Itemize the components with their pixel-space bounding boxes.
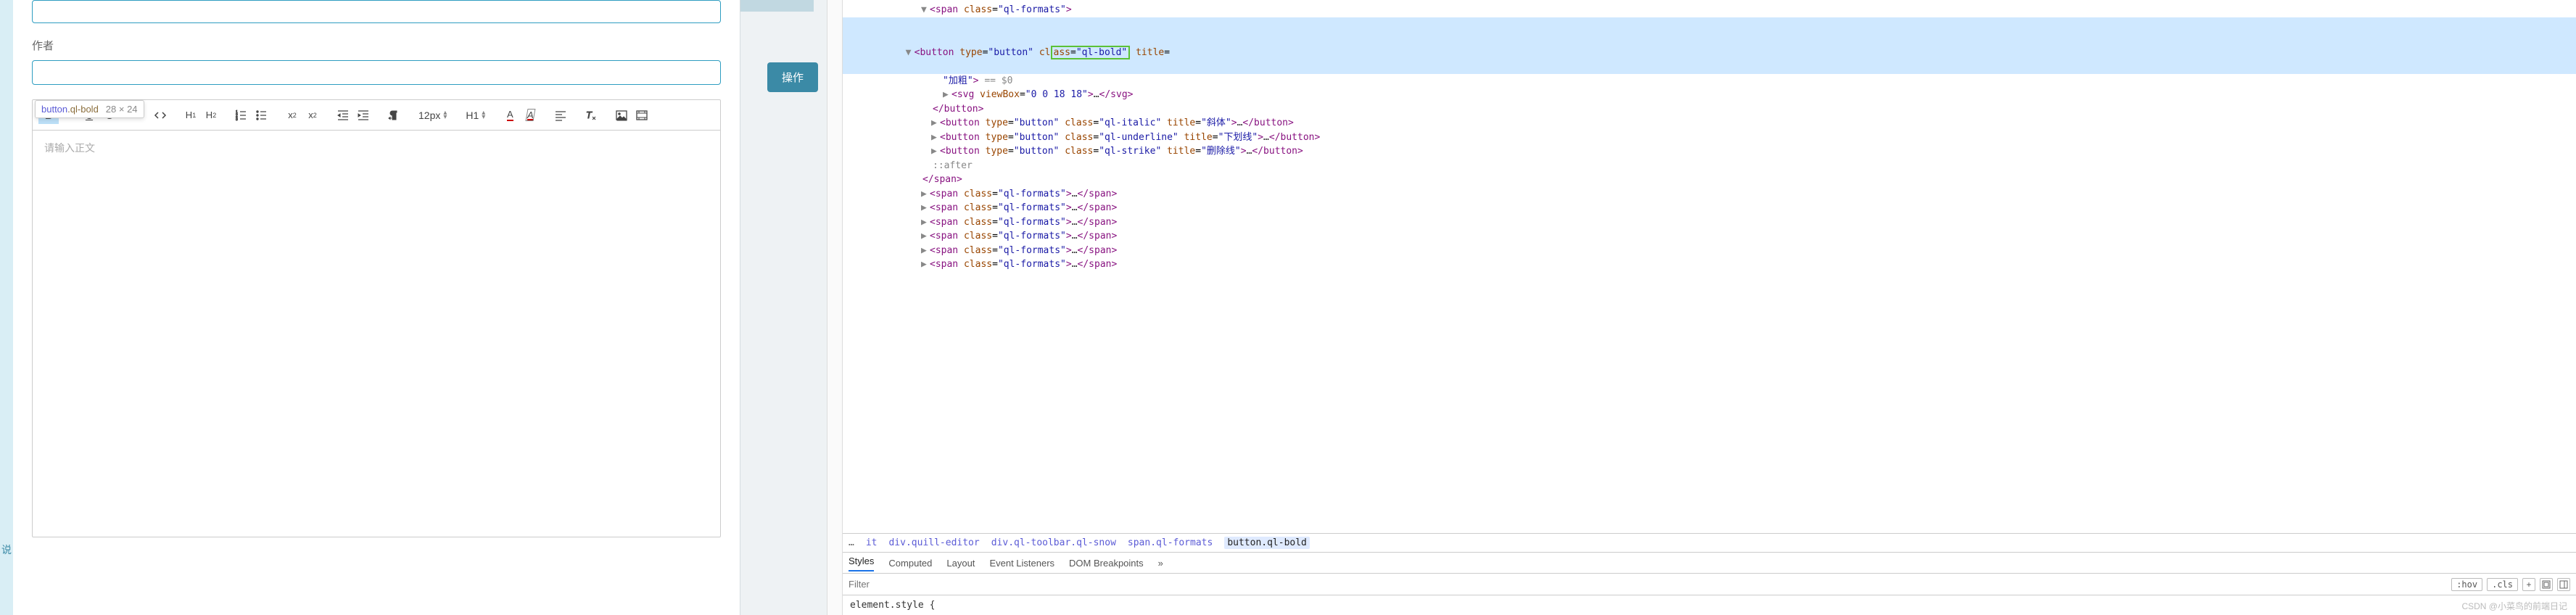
direction-button[interactable] xyxy=(384,107,404,124)
subscript-button[interactable]: x2 xyxy=(282,107,302,124)
bullet-list-button[interactable] xyxy=(252,107,272,124)
format-group-list: 123 xyxy=(231,107,272,124)
tab-dom-breakpoints[interactable]: DOM Breakpoints xyxy=(1069,558,1144,569)
format-group-media xyxy=(611,107,652,124)
left-edge-text: 说 xyxy=(1,542,12,557)
computed-toggle-icon[interactable] xyxy=(2540,578,2553,591)
breadcrumb-item[interactable]: span.ql-formats xyxy=(1128,537,1213,548)
format-group-size: 12px ▴▾ xyxy=(414,107,451,124)
author-label: 作者 xyxy=(32,38,721,53)
side-panel: 操作 xyxy=(740,0,827,615)
h2-button[interactable]: H2 xyxy=(201,107,221,124)
styles-rules[interactable]: element.style { xyxy=(843,595,2576,615)
title-input[interactable] xyxy=(32,0,721,23)
format-group-color: A A xyxy=(500,107,540,124)
scrollbar-gutter[interactable] xyxy=(827,0,843,615)
devtools-panel: ▼<span class="ql-formats"> … ▼<button ty… xyxy=(843,0,2576,615)
styles-tabs: Styles Computed Layout Event Listeners D… xyxy=(843,552,2576,574)
breadcrumb-path[interactable]: … it div.quill-editor div.ql-toolbar.ql-… xyxy=(843,533,2576,552)
ordered-list-button[interactable]: 123 xyxy=(231,107,252,124)
action-column-header: 操作 xyxy=(767,62,818,92)
watermark-text: CSDN @小菜鸟的前端日记 xyxy=(2461,600,2567,612)
caret-updown-icon: ▴▾ xyxy=(443,111,447,120)
h1-button[interactable]: H1 xyxy=(181,107,201,124)
font-size-picker[interactable]: 12px ▴▾ xyxy=(414,107,451,124)
cls-toggle[interactable]: .cls xyxy=(2487,578,2518,591)
author-input[interactable] xyxy=(32,60,721,85)
element-style-rule: element.style { xyxy=(850,600,935,611)
font-size-value: 12px xyxy=(418,110,440,121)
format-group-script: x2 x2 xyxy=(282,107,323,124)
styles-filter-row: :hov .cls + xyxy=(843,574,2576,595)
caret-updown-icon: ▴▾ xyxy=(482,111,485,120)
header-picker[interactable]: H1 ▴▾ xyxy=(461,107,490,124)
svg-text:T: T xyxy=(586,110,593,120)
tooltip-tag: button xyxy=(41,104,67,115)
format-group-indent xyxy=(333,107,373,124)
tab-styles[interactable]: Styles xyxy=(849,556,874,571)
breadcrumb-item[interactable]: div.quill-editor xyxy=(888,537,979,548)
image-button[interactable] xyxy=(611,107,632,124)
superscript-button[interactable]: x2 xyxy=(302,107,323,124)
indent-decrease-button[interactable] xyxy=(333,107,353,124)
tooltip-dimensions: 28 × 24 xyxy=(106,104,138,115)
format-group-align xyxy=(550,107,571,124)
tab-event-listeners[interactable]: Event Listeners xyxy=(989,558,1054,569)
svg-text:3: 3 xyxy=(236,117,238,122)
quill-editor: B I U S H1 H2 123 x2 xyxy=(32,99,721,537)
indent-increase-button[interactable] xyxy=(353,107,373,124)
new-style-rule-button[interactable]: + xyxy=(2522,578,2535,591)
align-button[interactable] xyxy=(550,107,571,124)
format-group-header-picker: H1 ▴▾ xyxy=(461,107,490,124)
editor-placeholder: 请输入正文 xyxy=(44,141,709,155)
format-group-clean: T xyxy=(581,107,601,124)
elements-tree[interactable]: ▼<span class="ql-formats"> … ▼<button ty… xyxy=(843,0,2576,533)
tab-layout[interactable]: Layout xyxy=(946,558,975,569)
header-value: H1 xyxy=(466,110,479,121)
breadcrumb-overflow[interactable]: … xyxy=(849,537,854,548)
breadcrumb-item[interactable]: div.ql-toolbar.ql-snow xyxy=(991,537,1116,548)
video-button[interactable] xyxy=(632,107,652,124)
text-color-button[interactable]: A xyxy=(500,107,520,124)
tabs-more-icon[interactable]: » xyxy=(1158,558,1163,569)
breadcrumb-item[interactable]: it xyxy=(866,537,878,548)
code-block-button[interactable] xyxy=(150,107,170,124)
tab-computed[interactable]: Computed xyxy=(888,558,932,569)
format-group-header: H1 H2 xyxy=(181,107,221,124)
clean-format-button[interactable]: T xyxy=(581,107,601,124)
sidebar-toggle-icon[interactable] xyxy=(2557,578,2570,591)
format-group-direction xyxy=(384,107,404,124)
breadcrumb-item-active[interactable]: button.ql-bold xyxy=(1224,537,1310,549)
styles-filter-input[interactable] xyxy=(849,579,2447,590)
main-form-area: 作者 button.ql-bold 28 × 24 B I U S xyxy=(13,0,740,615)
editor-content[interactable]: 请输入正文 xyxy=(33,131,720,537)
hov-toggle[interactable]: :hov xyxy=(2451,578,2482,591)
tooltip-class: .ql-bold xyxy=(67,104,99,115)
background-color-button[interactable]: A xyxy=(520,107,540,124)
inspect-tooltip: button.ql-bold 28 × 24 xyxy=(35,100,144,118)
